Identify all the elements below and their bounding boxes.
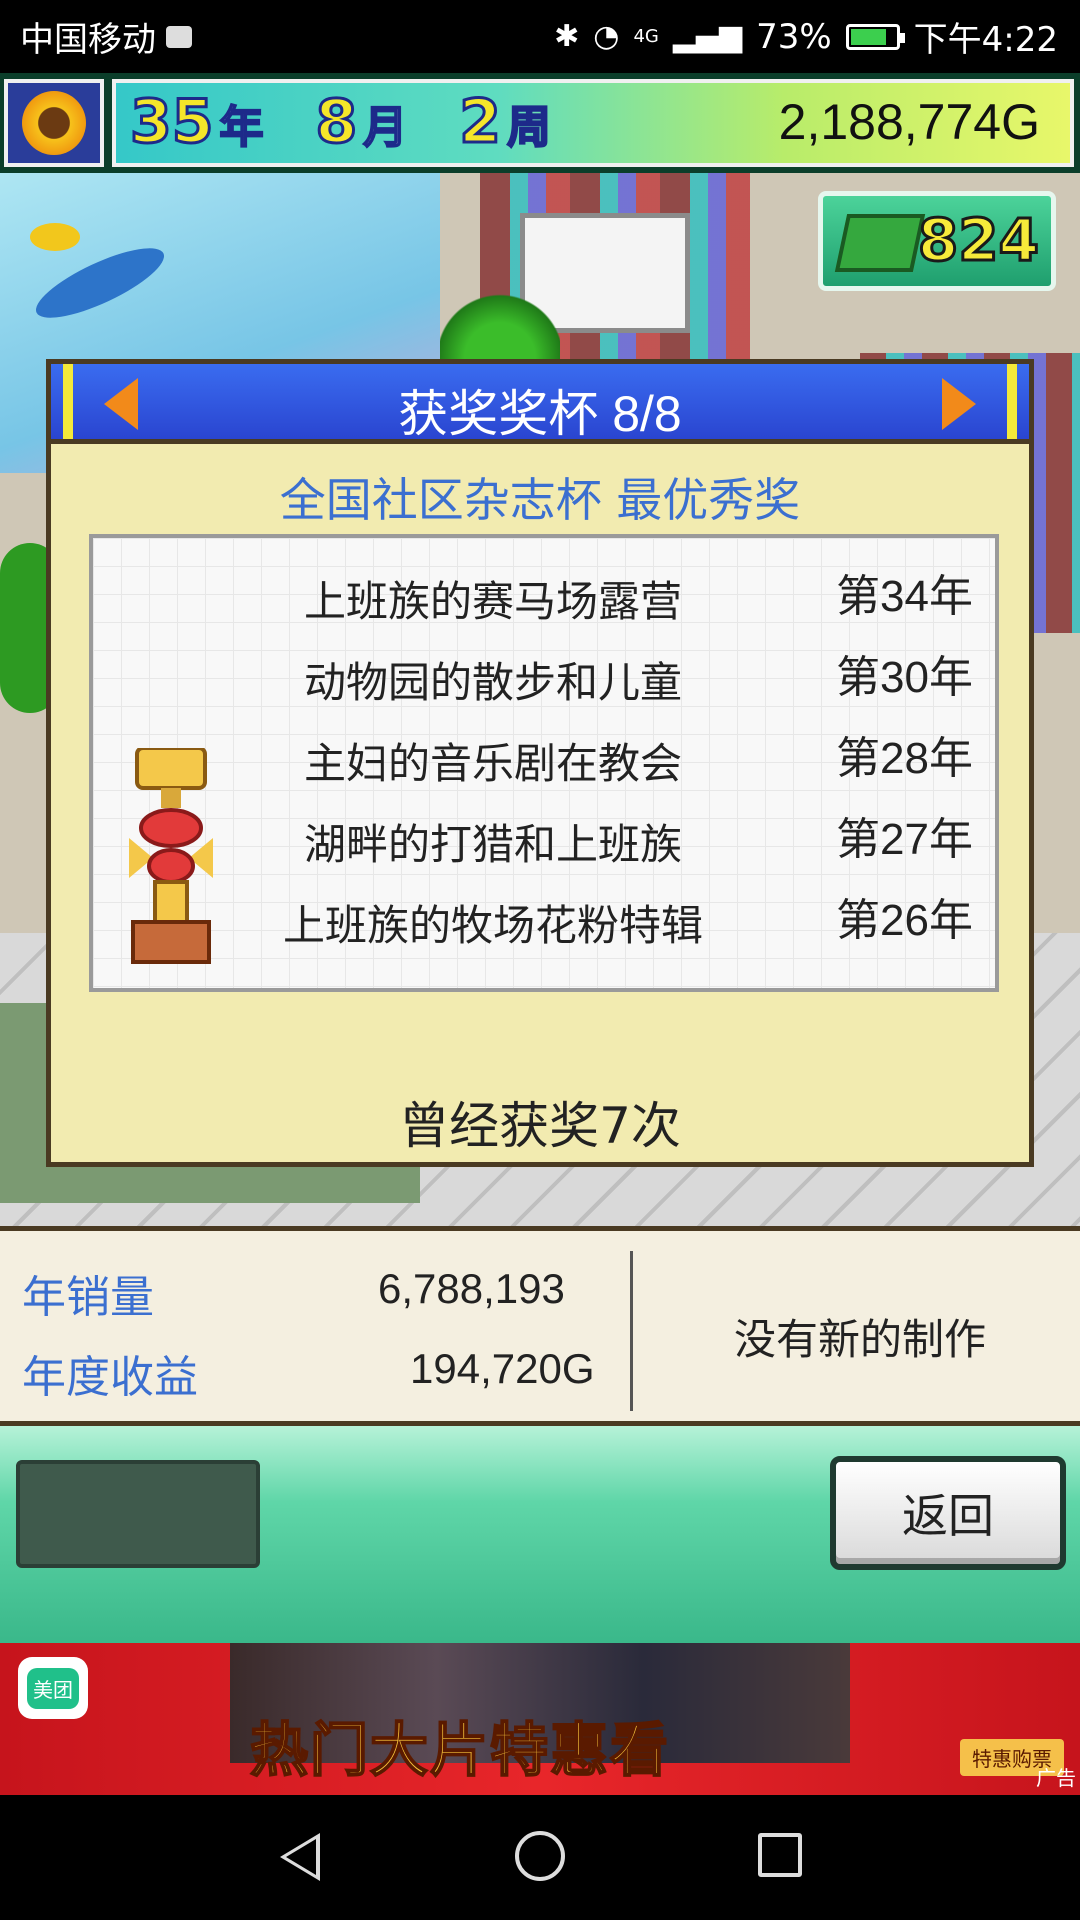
game-area[interactable]: 35 年 8 月 2 周 2,188,774G 824 获奖奖杯 8/8 全国社… [0,73,1080,1643]
next-arrow-button[interactable] [929,374,989,434]
money-display: 2,188,774G [778,94,1040,150]
menu-button[interactable] [16,1460,260,1568]
back-button[interactable]: 返回 [830,1456,1066,1570]
battery-icon [845,23,905,50]
panel-title: 获奖奖杯 8/8 [398,386,682,442]
list-item: 上班族的牧场花粉特辑 第26年 [93,874,995,954]
stats-panel: 年销量 6,788,193 年度收益 194,720G 没有新的制作 [0,1226,1080,1426]
ad-headline: 热门大片特惠看 [249,1715,671,1785]
book-icon [834,214,926,272]
signal-icon: ▂▄▆ [672,19,743,54]
profit-value: 194,720G [410,1345,595,1392]
brand-label: 美团 [27,1667,79,1709]
year-number: 35 [129,86,215,159]
year-unit: 年 [219,101,265,154]
bag-icon [166,25,192,48]
entry-year: 第34年 [836,572,973,621]
sales-label: 年销量 [22,1272,154,1323]
status-bar: 中国移动 ✱ ◔ 4G ▂▄▆ 73% 下午4:22 [0,0,1080,73]
carrier-label: 中国移动 [20,20,156,60]
ad-banner[interactable]: 美团 热门大片特惠看 特惠购票 广告 [0,1643,1080,1795]
bluetooth-icon: ✱ [554,19,580,54]
top-hud: 35 年 8 月 2 周 2,188,774G [0,73,1080,173]
award-list: 上班族的赛马场露营 第34年 动物园的散步和儿童 第30年 主妇的音乐剧在教会 … [89,534,999,992]
ad-tag: 广告 [1036,1766,1076,1790]
fish-icon [30,223,80,251]
entry-year: 第27年 [836,815,973,864]
entry-year: 第28年 [836,734,973,783]
entry-title: 上班族的牧场花粉特辑 [282,901,703,950]
divider [630,1251,633,1411]
entry-year: 第26年 [836,896,973,945]
arrow-right-icon [942,378,976,430]
sales-value: 6,788,193 [378,1265,565,1312]
week-number: 2 [458,86,503,159]
list-item: 主妇的音乐剧在教会 第28年 [93,712,995,792]
entry-title: 主妇的音乐剧在教会 [303,739,682,788]
production-note: 没有新的制作 [733,1315,986,1364]
clock: 下午4:22 [913,20,1058,60]
system-nav-bar [0,1795,1080,1920]
award-count: 曾经获奖7次 [399,1097,681,1155]
nav-back-inner [286,1839,316,1875]
points-value: 824 [916,205,1040,276]
entry-year: 第30年 [836,653,973,702]
award-panel: 获奖奖杯 8/8 全国社区杂志杯 最优秀奖 上班族的赛马场露营 第34年 动物园… [46,359,1034,1167]
entry-title: 湖畔的打猎和上班族 [303,820,682,869]
month-number: 8 [314,86,359,159]
list-item: 上班族的赛马场露营 第34年 [93,550,995,630]
date-money-bar: 35 年 8 月 2 周 2,188,774G [112,79,1074,167]
entry-title: 上班族的赛马场露营 [303,577,682,626]
company-logo[interactable] [4,79,104,167]
research-points-badge[interactable]: 824 [818,191,1056,291]
nav-recents-icon[interactable] [758,1833,802,1877]
network-label: 4G [633,26,659,47]
nav-home-icon[interactable] [515,1831,565,1881]
week-unit: 周 [506,101,552,154]
entry-title: 动物园的散步和儿童 [303,658,682,707]
sunflower-icon [22,91,86,155]
brand-logo: 美团 [18,1657,88,1719]
list-item: 湖畔的打猎和上班族 第27年 [93,793,995,873]
list-item: 动物园的散步和儿童 第30年 [93,631,995,711]
award-name: 全国社区杂志杯 最优秀奖 [279,473,801,527]
game-date: 35 年 8 月 2 周 [129,86,597,159]
panel-header: 获奖奖杯 8/8 [51,364,1029,444]
battery-percent: 73% [756,16,832,57]
month-unit: 月 [362,101,408,154]
control-bar: 返回 [0,1426,1080,1643]
wifi-icon: ◔ [593,19,620,54]
profit-label: 年度收益 [22,1352,198,1403]
